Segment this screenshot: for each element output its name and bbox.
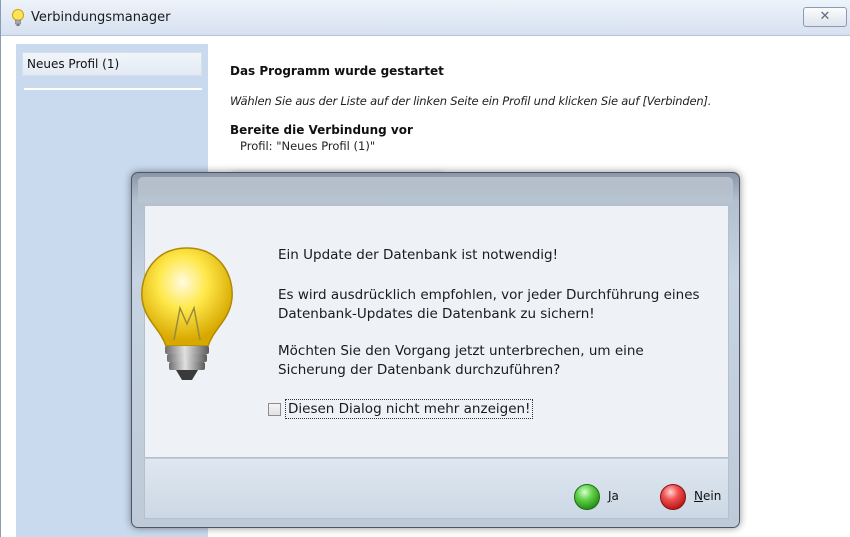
close-icon: ✕ — [819, 9, 831, 24]
green-orb-icon — [574, 484, 600, 510]
sidebar-item-profile[interactable]: Neues Profil (1) — [22, 52, 202, 76]
dialog-message-line3a: Möchten Sie den Vorgang jetzt unterbrech… — [278, 343, 644, 359]
dont-show-again-checkbox[interactable] — [268, 403, 281, 416]
yes-button[interactable]: Ja — [574, 484, 634, 510]
dont-show-again-label[interactable]: Diesen Dialog nicht mehr anzeigen! — [285, 399, 534, 419]
instruction-text: Wählen Sie aus der Liste auf der linken … — [230, 94, 712, 108]
dialog-button-bar — [144, 459, 729, 519]
profile-line: Profil: "Neues Profil (1)" — [240, 139, 376, 153]
lightbulb-icon — [141, 247, 233, 380]
no-button-label: Nein — [694, 489, 722, 503]
dialog-title-bar[interactable] — [138, 177, 733, 203]
status-heading: Das Programm wurde gestartet — [230, 64, 444, 78]
red-orb-icon — [660, 484, 686, 510]
dialog-message-line1: Ein Update der Datenbank ist notwendig! — [278, 247, 559, 263]
dialog-message-line3b: Sicherung der Datenbank durchzuführen? — [278, 362, 561, 378]
dialog-message-line2b: Datenbank-Updates die Datenbank zu siche… — [278, 306, 595, 322]
no-button[interactable]: Nein — [660, 484, 724, 510]
title-bar[interactable]: Verbindungsmanager ✕ — [1, 0, 850, 36]
prepare-heading: Bereite die Verbindung vor — [230, 123, 413, 137]
sidebar-item-label: Neues Profil (1) — [27, 57, 120, 71]
dialog-message-line2a: Es wird ausdrücklich empfohlen, vor jede… — [278, 287, 700, 303]
yes-button-label: Ja — [608, 489, 619, 503]
close-button[interactable]: ✕ — [803, 7, 847, 27]
update-dialog: Ein Update der Datenbank ist notwendig! … — [131, 172, 740, 528]
sidebar-divider — [24, 88, 202, 90]
lightbulb-icon — [12, 9, 24, 26]
window-title: Verbindungsmanager — [31, 10, 171, 25]
